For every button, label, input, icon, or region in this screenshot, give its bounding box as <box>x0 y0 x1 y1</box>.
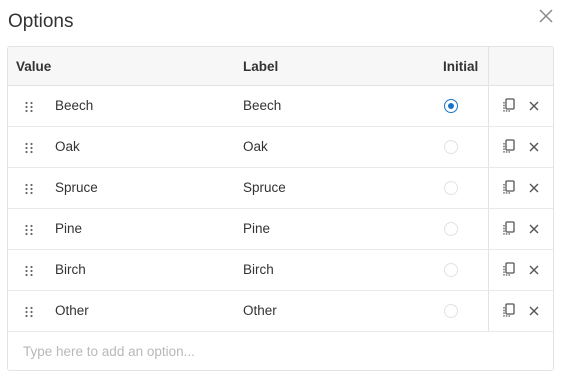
drag-handle-icon[interactable] <box>24 223 34 236</box>
option-value[interactable]: Other <box>55 291 89 331</box>
copy-icon[interactable] <box>502 262 516 277</box>
option-value[interactable]: Birch <box>55 250 86 290</box>
initial-radio[interactable] <box>444 181 458 195</box>
option-label[interactable]: Pine <box>243 209 270 249</box>
delete-icon[interactable] <box>527 99 541 113</box>
delete-icon[interactable] <box>527 140 541 154</box>
header-label: Label <box>243 59 279 74</box>
drag-handle-icon[interactable] <box>24 141 34 154</box>
table-row: Spruce Spruce <box>8 168 553 209</box>
header-initial: Initial <box>443 59 479 74</box>
add-option-input[interactable] <box>8 332 553 370</box>
close-button[interactable] <box>536 6 556 26</box>
close-icon <box>539 9 553 23</box>
initial-radio[interactable] <box>444 304 458 318</box>
table-row: Beech Beech <box>8 86 553 127</box>
delete-icon[interactable] <box>527 181 541 195</box>
delete-icon[interactable] <box>527 222 541 236</box>
option-value[interactable]: Pine <box>55 209 82 249</box>
drag-handle-icon[interactable] <box>24 182 34 195</box>
copy-icon[interactable] <box>502 139 516 154</box>
delete-icon[interactable] <box>527 304 541 318</box>
drag-handle-icon[interactable] <box>24 305 34 318</box>
initial-radio[interactable] <box>444 99 458 113</box>
table-header: Value Label Initial <box>8 47 553 86</box>
initial-radio[interactable] <box>444 263 458 277</box>
table-row: Birch Birch <box>8 250 553 291</box>
option-label[interactable]: Other <box>243 291 277 331</box>
option-label[interactable]: Beech <box>243 86 281 126</box>
options-dialog: Options Value Label Initial Beech Beech Oa… <box>0 0 561 377</box>
table-row: Pine Pine <box>8 209 553 250</box>
option-label[interactable]: Oak <box>243 127 268 167</box>
drag-handle-icon[interactable] <box>24 264 34 277</box>
header-value: Value <box>16 59 52 74</box>
table-row: Oak Oak <box>8 127 553 168</box>
options-table: Value Label Initial Beech Beech Oak Oak Spru… <box>7 46 554 371</box>
copy-icon[interactable] <box>502 180 516 195</box>
table-row: Other Other <box>8 291 553 332</box>
initial-radio[interactable] <box>444 222 458 236</box>
drag-handle-icon[interactable] <box>24 100 34 113</box>
dialog-title: Options <box>8 11 74 32</box>
copy-icon[interactable] <box>502 221 516 236</box>
option-value[interactable]: Spruce <box>55 168 98 208</box>
option-label[interactable]: Birch <box>243 250 274 290</box>
option-value[interactable]: Beech <box>55 86 93 126</box>
initial-radio[interactable] <box>444 140 458 154</box>
delete-icon[interactable] <box>527 263 541 277</box>
option-label[interactable]: Spruce <box>243 168 286 208</box>
copy-icon[interactable] <box>502 98 516 113</box>
copy-icon[interactable] <box>502 303 516 318</box>
option-value[interactable]: Oak <box>55 127 80 167</box>
